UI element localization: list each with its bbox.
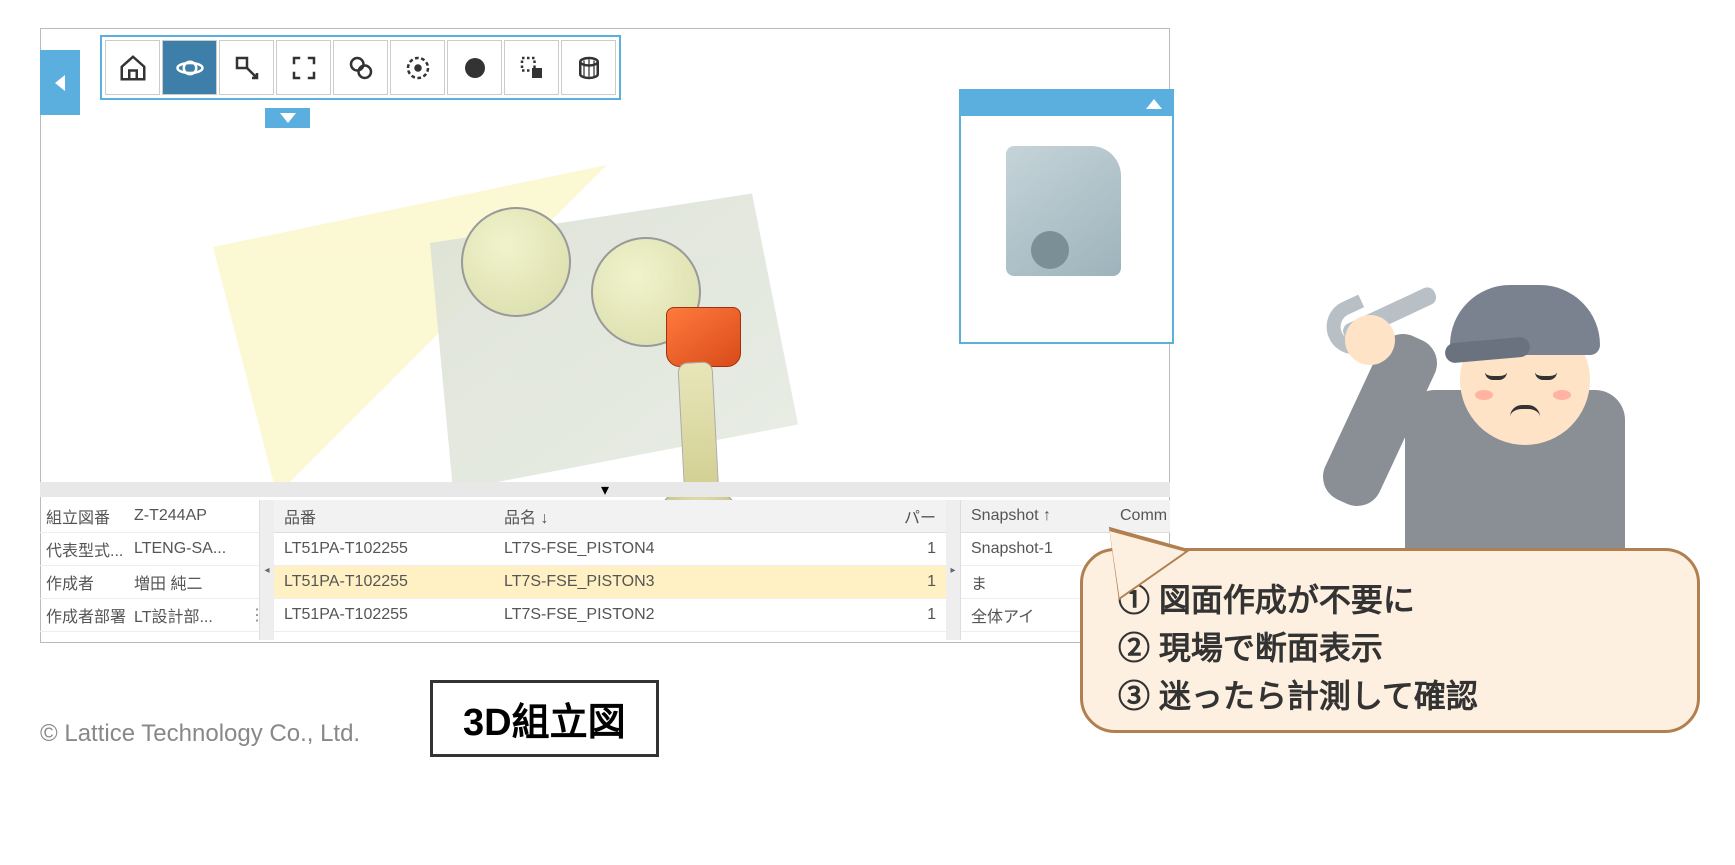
cylinder-bore-1	[461, 207, 571, 317]
scroll-left-button[interactable]: ◂	[260, 500, 274, 640]
main-toolbar	[100, 35, 621, 100]
copyright-text: © Lattice Technology Co., Ltd.	[40, 720, 360, 748]
column-resize-handle[interactable]: ⋮	[249, 605, 259, 625]
property-row[interactable]: 組立図番Z-T244AP	[40, 500, 259, 533]
column-snapshot[interactable]: Snapshot ↑	[961, 507, 1110, 525]
orbit-button[interactable]	[162, 40, 217, 95]
shade-fill-button[interactable]	[447, 40, 502, 95]
horizontal-splitter[interactable]: ▾	[40, 482, 1170, 497]
parts-header-row: 品番 品名 ↓ パー	[274, 500, 946, 533]
parts-table: 品番 品名 ↓ パー LT51PA-T102255LT7S-FSE_PISTON…	[274, 500, 946, 640]
toolbar-more-button[interactable]	[265, 108, 310, 128]
data-tables-area: 組立図番Z-T244AP 代表型式...LTENG-SA... 作成者増田 純二…	[40, 500, 1170, 640]
table-row[interactable]: LT51PA-T102255LT7S-FSE_PISTON31	[274, 566, 946, 599]
column-part-number[interactable]: 品番	[274, 504, 494, 528]
section-button[interactable]	[504, 40, 559, 95]
collapse-up-icon	[1146, 99, 1162, 109]
bubble-line-1: ① 図面作成が不要に	[1118, 576, 1662, 624]
selected-piston[interactable]	[666, 307, 741, 367]
scroll-right-button[interactable]: ▸	[946, 500, 960, 640]
table-row[interactable]: LT51PA-T102255LT7S-FSE_PISTON21	[274, 599, 946, 632]
column-part-name[interactable]: 品名 ↓	[494, 504, 886, 528]
preview-part-model[interactable]	[1006, 146, 1121, 276]
properties-panel: 組立図番Z-T244AP 代表型式...LTENG-SA... 作成者増田 純二…	[40, 500, 260, 640]
engine-model[interactable]	[361, 177, 821, 507]
chevron-left-icon	[55, 75, 65, 91]
column-qty[interactable]: パー	[886, 504, 946, 528]
table-row[interactable]: LT51PA-T102255LT7S-FSE_PISTON41	[274, 533, 946, 566]
figure-caption: 3D組立図	[430, 680, 659, 757]
property-row[interactable]: 作成者増田 純二	[40, 566, 259, 599]
bubble-line-3: ③ 迷ったら計測して確認	[1118, 672, 1662, 720]
property-row[interactable]: 代表型式...LTENG-SA...	[40, 533, 259, 566]
fit-button[interactable]	[276, 40, 331, 95]
chevron-down-icon	[280, 113, 296, 123]
home-button[interactable]	[105, 40, 160, 95]
viewport-3d[interactable]	[81, 57, 1001, 517]
zoom-window-button[interactable]	[333, 40, 388, 95]
part-preview-panel	[959, 89, 1174, 344]
bubble-line-2: ② 現場で断面表示	[1118, 624, 1662, 672]
speech-bubble: ① 図面作成が不要に ② 現場で断面表示 ③ 迷ったら計測して確認	[1080, 548, 1700, 733]
shade-circle-button[interactable]	[390, 40, 445, 95]
wireframe-button[interactable]	[561, 40, 616, 95]
preview-header[interactable]	[961, 91, 1172, 116]
property-row[interactable]: 作成者部署LT設計部...⋮	[40, 599, 259, 632]
pan-button[interactable]	[219, 40, 274, 95]
sidebar-collapse-left[interactable]	[40, 50, 80, 115]
